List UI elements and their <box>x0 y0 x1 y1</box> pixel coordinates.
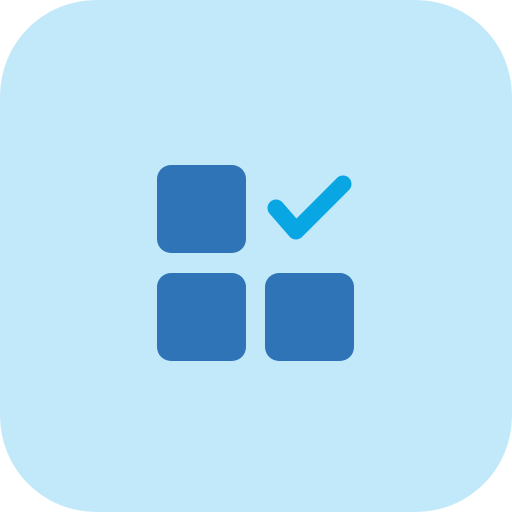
app-icon[interactable] <box>0 0 512 512</box>
tile-bottom-left <box>157 273 246 361</box>
grid-check-icon <box>0 0 512 512</box>
icon-background <box>0 0 512 512</box>
tile-bottom-right <box>265 273 354 361</box>
tile-top-left <box>157 165 246 253</box>
